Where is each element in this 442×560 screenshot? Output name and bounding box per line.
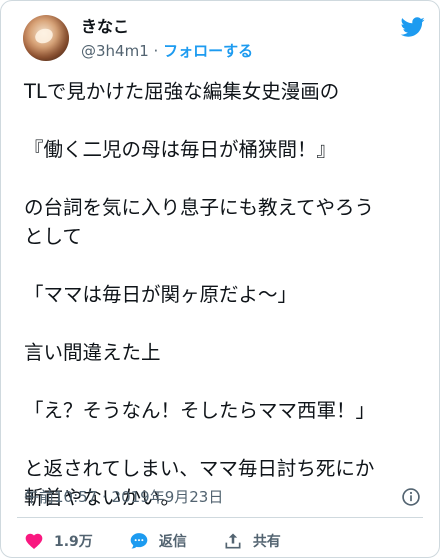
- tweet-line: 『働く二児の母は毎日が桶狭間！』: [24, 138, 337, 161]
- info-icon[interactable]: [401, 487, 421, 507]
- reply-label: 返信: [158, 534, 187, 550]
- reply-button[interactable]: 返信: [129, 531, 187, 551]
- action-bar: 1.9万 返信 共有: [24, 529, 317, 553]
- tweet-line: と返されてしまい、ママ毎日討ち死にか: [24, 457, 375, 480]
- tweet-text: TLで見かけた屈強な編集女史漫画の 『働く二児の母は毎日が桶狭間！』 の台詞を気…: [24, 77, 424, 512]
- tweet-card: きなこ @3h4m1 · フォローする TLで見かけた屈強な編集女史漫画の 『働…: [0, 0, 440, 558]
- tweet-line: 言い間違えた上: [24, 341, 161, 364]
- share-button[interactable]: 共有: [223, 531, 281, 551]
- display-name[interactable]: きなこ: [81, 17, 129, 37]
- timestamp[interactable]: 午前10:57 · 2019年9月23日: [24, 487, 223, 507]
- tweet-line: [24, 164, 424, 193]
- avatar[interactable]: [23, 15, 69, 61]
- reply-bubble-icon: [130, 533, 148, 549]
- share-label: 共有: [252, 534, 281, 550]
- handle[interactable]: @3h4m1: [81, 42, 149, 60]
- tweet-line: [24, 367, 424, 396]
- like-count: 1.9万: [54, 534, 93, 550]
- tweet-line: [24, 309, 424, 338]
- follow-button[interactable]: フォローする: [163, 42, 253, 60]
- tweet-line: 「え？そうなん！そしたらママ西軍！」: [24, 399, 376, 422]
- tweet-line: [24, 251, 424, 280]
- tweet-line: TLで見かけた屈強な編集女史漫画の: [24, 80, 340, 103]
- tweet-line: [24, 106, 424, 135]
- tweet-line: として: [24, 225, 82, 248]
- twitter-bird-icon[interactable]: [399, 15, 427, 39]
- share-upload-icon: [225, 533, 241, 549]
- tweet-line: [24, 425, 424, 454]
- heart-icon: [25, 533, 43, 549]
- divider: [17, 517, 423, 518]
- like-button[interactable]: 1.9万: [24, 531, 93, 551]
- tweet-line: の台詞を気に入り息子にも教えてやろう: [24, 196, 375, 219]
- handle-row: @3h4m1 · フォローする: [81, 41, 253, 61]
- tweet-line: 「ママは毎日が関ヶ原だよ〜」: [24, 283, 298, 306]
- separator: ·: [153, 42, 159, 60]
